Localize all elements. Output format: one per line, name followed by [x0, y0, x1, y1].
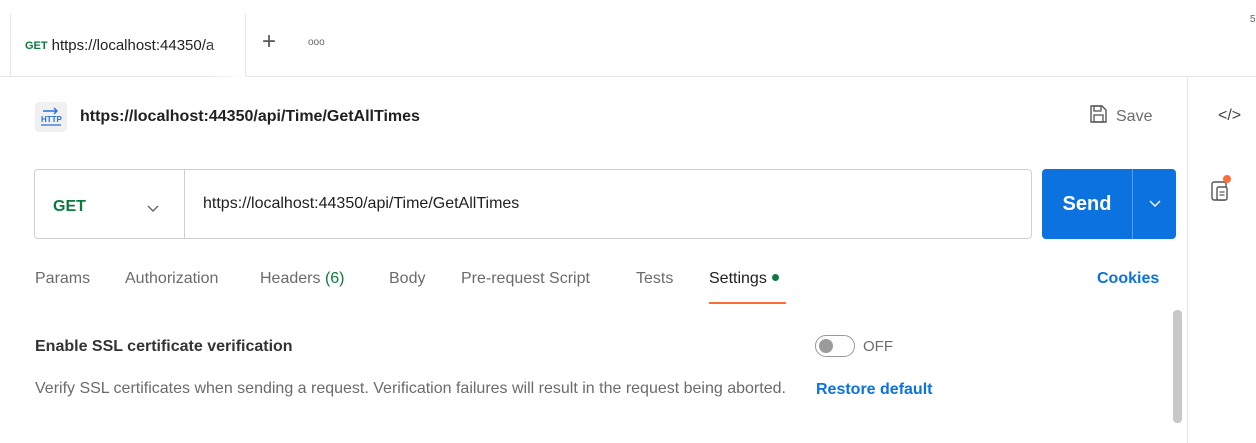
tab-bar: GET https://localhost:44350/a + ooo 5	[0, 0, 1256, 77]
edge-glyph: 5	[1250, 14, 1256, 25]
tab-settings-label: Settings	[709, 270, 767, 287]
tab-headers[interactable]: Headers (6)	[260, 270, 345, 288]
scrollbar-thumb[interactable]	[1173, 310, 1182, 423]
request-tab[interactable]: GET https://localhost:44350/a	[10, 14, 246, 77]
chevron-down-icon	[1149, 195, 1161, 213]
toggle-knob	[819, 339, 833, 353]
tab-method: GET	[25, 39, 48, 52]
code-icon[interactable]: </>	[1218, 107, 1241, 125]
request-title[interactable]: https://localhost:44350/api/Time/GetAllT…	[80, 108, 420, 126]
tab-prerequest-script[interactable]: Pre-request Script	[461, 270, 590, 288]
new-tab-button[interactable]: +	[262, 30, 276, 54]
tab-settings[interactable]: Settings	[709, 270, 779, 288]
url-input[interactable]	[203, 195, 1003, 213]
tab-authorization[interactable]: Authorization	[125, 270, 218, 288]
tab-url: https://localhost:44350/a	[51, 37, 215, 54]
method-label: GET	[53, 198, 86, 215]
chevron-down-icon	[147, 200, 159, 218]
send-options-button[interactable]	[1133, 169, 1176, 239]
tab-params[interactable]: Params	[35, 270, 90, 288]
more-tabs-icon[interactable]: ooo	[308, 37, 325, 48]
send-button[interactable]: Send	[1042, 169, 1132, 239]
notification-dot	[1223, 175, 1231, 183]
tab-body[interactable]: Body	[389, 270, 425, 288]
tab-headers-label: Headers	[260, 270, 321, 287]
headers-count: (6)	[324, 270, 345, 287]
method-select[interactable]: GET	[35, 170, 185, 238]
http-icon: HTTP	[35, 102, 67, 132]
save-label: Save	[1116, 107, 1153, 125]
save-button[interactable]: Save	[1088, 104, 1152, 129]
ssl-setting-title: Enable SSL certificate verification	[35, 338, 293, 355]
active-tab-underline	[709, 302, 786, 304]
toggle-state-label: OFF	[863, 338, 893, 355]
ssl-setting-description: Verify SSL certificates when sending a r…	[35, 380, 786, 397]
tab-fade	[205, 14, 245, 77]
svg-text:HTTP: HTTP	[41, 115, 63, 124]
ssl-toggle[interactable]	[815, 335, 855, 357]
modified-dot	[771, 274, 779, 282]
send-button-group: Send	[1042, 169, 1176, 239]
cookies-link[interactable]: Cookies	[1097, 270, 1159, 288]
restore-default-link[interactable]: Restore default	[816, 381, 932, 399]
tab-tests[interactable]: Tests	[636, 270, 673, 288]
right-sidebar	[1187, 77, 1256, 443]
url-bar: GET	[34, 169, 1032, 239]
save-icon	[1088, 104, 1108, 129]
